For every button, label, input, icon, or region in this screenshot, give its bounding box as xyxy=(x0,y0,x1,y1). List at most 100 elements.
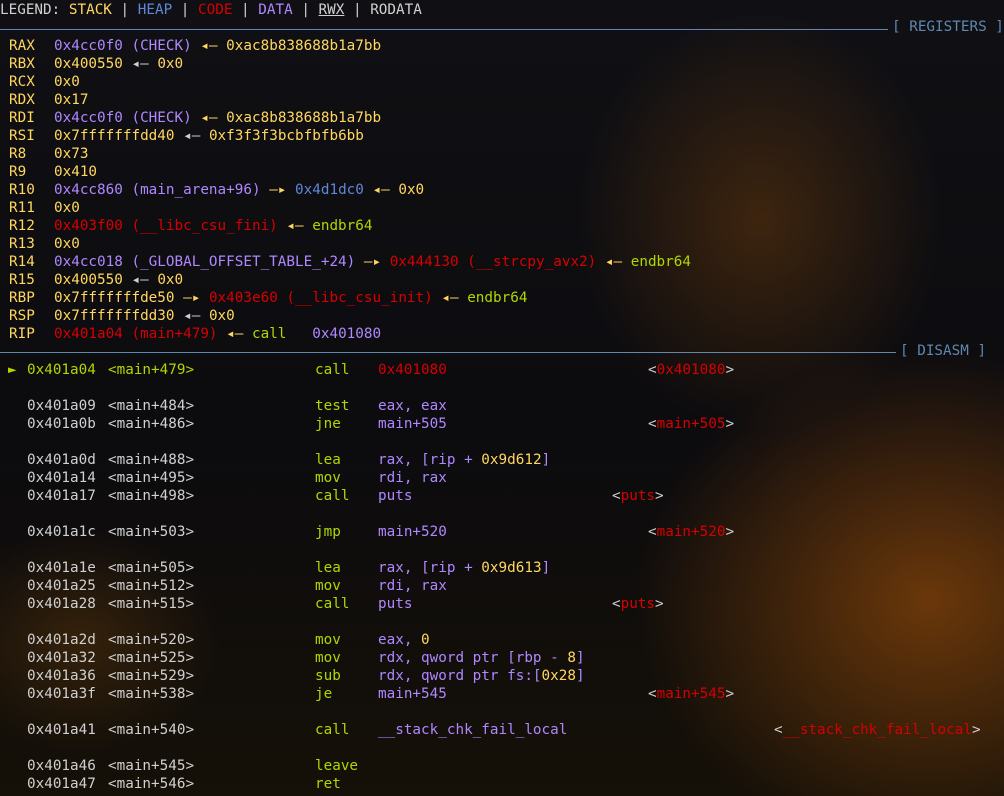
disasm-row: ► 0x401a04 <main+479> call 0x401080 <0x401080… xyxy=(0,361,1004,379)
disasm-row: 0x401a0b <main+486> jne main+505 <main+505> xyxy=(0,415,1004,433)
operand: rdi, rax xyxy=(378,578,447,594)
instruction-mnemonic: call xyxy=(315,722,350,738)
instruction-operands: __stack_chk_fail_local xyxy=(378,721,567,739)
disasm-row: 0x401a14 <main+495> mov rdi, rax xyxy=(0,469,1004,487)
register-value: 0x403e60 (__libc_csu_init) xyxy=(208,290,433,306)
register-value: ◂— xyxy=(596,254,631,270)
register-row-rbp: RBP 0x7fffffffde50 —▸ 0x403e60 (__libc_cs… xyxy=(9,289,527,307)
register-row-rip: RIP 0x401a04 (main+479) ◂— call 0x401080 xyxy=(9,325,381,343)
legend-item-data: DATA xyxy=(258,2,293,18)
instruction-mnemonic: test xyxy=(315,398,350,414)
legend-item-rwx: RWX xyxy=(318,2,345,18)
instruction-symbol: <main+538> xyxy=(108,686,195,702)
legend-prefix: LEGEND: xyxy=(0,2,69,18)
branch-target: <main+520> xyxy=(648,523,734,541)
register-value: 0x0 xyxy=(157,56,184,72)
register-value: ◂— xyxy=(191,38,227,54)
register-row-rsp: RSP 0x7fffffffdd30 ◂— 0x0 xyxy=(9,307,235,325)
disasm-row: 0x401a28 <main+515> call puts <puts> xyxy=(0,595,1004,613)
instruction-operands: eax, 0 xyxy=(378,631,430,649)
instruction-operands: main+505 xyxy=(378,415,447,433)
instruction-symbol: <main+495> xyxy=(108,470,195,486)
instruction-symbol: <main+486> xyxy=(108,416,195,432)
target-name: puts xyxy=(620,596,656,612)
target-bracket: > xyxy=(655,488,664,504)
instruction-symbol: <main+545> xyxy=(108,758,195,774)
instruction-symbol: <main+488> xyxy=(108,452,195,468)
disasm-row: 0x401a09 <main+484> test eax, eax xyxy=(0,397,1004,415)
legend-line: LEGEND: STACK | HEAP | CODE | DATA | RWX… xyxy=(0,1,422,19)
register-name: RIP xyxy=(9,326,35,342)
operand: puts xyxy=(378,488,413,504)
register-name: R14 xyxy=(9,254,35,270)
instruction-mnemonic: mov xyxy=(315,632,341,648)
current-instruction-marker: ► xyxy=(8,362,17,378)
operand: main+505 xyxy=(378,416,447,432)
register-value: ◂— xyxy=(191,110,227,126)
disasm-row: 0x401a17 <main+498> call puts <puts> xyxy=(0,487,1004,505)
target-bracket: > xyxy=(725,416,735,432)
instruction-address: 0x401a1e xyxy=(27,560,96,576)
register-value: 0x4d1dc0 xyxy=(295,182,364,198)
register-row-r14: R14 0x4cc018 (_GLOBAL_OFFSET_TABLE_+24) —… xyxy=(9,253,691,271)
register-row-r13: R13 0x0 xyxy=(9,235,80,253)
operand: __stack_chk_fail_local xyxy=(378,722,568,738)
target-bracket: < xyxy=(648,686,657,702)
register-value: 0x403f00 (__libc_csu_fini) xyxy=(54,218,278,234)
instruction-operands: rax, [rip + 0x9d612] xyxy=(378,451,550,469)
register-value: ◂— xyxy=(174,128,209,144)
operand: 0 xyxy=(421,632,430,648)
register-value: 0x400550 xyxy=(54,272,123,288)
operand: ] xyxy=(575,650,585,666)
register-value: 0x0 xyxy=(208,308,235,324)
register-name: RSI xyxy=(9,128,35,144)
register-row-r9: R9 0x410 xyxy=(9,163,97,181)
operand: 0x9d613 xyxy=(481,560,542,576)
register-value: ◂— xyxy=(217,326,252,342)
register-row-rax: RAX 0x4cc0f0 (CHECK) ◂— 0xac8b838688b1a7b… xyxy=(9,37,381,55)
register-value: 0x401a04 (main+479) xyxy=(54,326,218,342)
instruction-address: 0x401a32 xyxy=(27,650,96,666)
disasm-row: 0x401a25 <main+512> mov rdi, rax xyxy=(0,577,1004,595)
instruction-mnemonic: call xyxy=(315,596,350,612)
instruction-address: 0x401a36 xyxy=(27,668,96,684)
instruction-address: 0x401a2d xyxy=(27,632,96,648)
register-row-r10: R10 0x4cc860 (main_arena+96) —▸ 0x4d1dc0 … xyxy=(9,181,424,199)
register-value: 0x0 xyxy=(54,236,80,252)
instruction-address: 0x401a0d xyxy=(27,452,96,468)
target-bracket: < xyxy=(612,596,621,612)
target-bracket: < xyxy=(612,488,621,504)
target-bracket: > xyxy=(971,722,981,738)
branch-target: <__stack_chk_fail_local> xyxy=(774,721,981,739)
instruction-mnemonic: mov xyxy=(315,650,341,666)
target-bracket: < xyxy=(648,524,657,540)
instruction-mnemonic: leave xyxy=(315,758,359,774)
register-value: 0x401080 xyxy=(312,326,382,342)
register-value: 0x0 xyxy=(398,182,425,198)
register-value: 0x4cc018 (_GLOBAL_OFFSET_TABLE_+24) xyxy=(54,254,356,270)
terminal-pwndbg: LEGEND: STACK | HEAP | CODE | DATA | RWX… xyxy=(0,0,1004,796)
register-row-r12: R12 0x403f00 (__libc_csu_fini) ◂— endbr64 xyxy=(9,217,373,235)
disasm-row: 0x401a41 <main+540> call __stack_chk_fail_l… xyxy=(0,721,1004,739)
operand: main+520 xyxy=(378,524,447,540)
register-name: R13 xyxy=(9,236,35,252)
target-bracket: > xyxy=(725,524,735,540)
instruction-operands: rdi, rax xyxy=(378,469,447,487)
instruction-symbol: <main+515> xyxy=(108,596,195,612)
branch-target: <puts> xyxy=(612,595,664,613)
register-value: —▸ xyxy=(174,290,209,306)
instruction-address: 0x401a09 xyxy=(27,398,96,414)
register-value: ◂— xyxy=(122,56,158,72)
register-name: R10 xyxy=(9,182,35,198)
disasm-row: 0x401a0d <main+488> lea rax, [rip + 0x9d612… xyxy=(0,451,1004,469)
branch-target: <main+505> xyxy=(648,415,734,433)
instruction-operands: rdx, qword ptr fs:[0x28] xyxy=(378,667,585,685)
target-bracket: < xyxy=(648,362,657,378)
register-row-rbx: RBX 0x400550 ◂— 0x0 xyxy=(9,55,183,73)
instruction-symbol: <main+525> xyxy=(108,650,195,666)
register-value: —▸ xyxy=(355,254,390,270)
instruction-mnemonic: mov xyxy=(315,578,341,594)
register-row-rdx: RDX 0x17 xyxy=(9,91,88,109)
instruction-mnemonic: mov xyxy=(315,470,341,486)
target-name: main+545 xyxy=(656,686,726,702)
